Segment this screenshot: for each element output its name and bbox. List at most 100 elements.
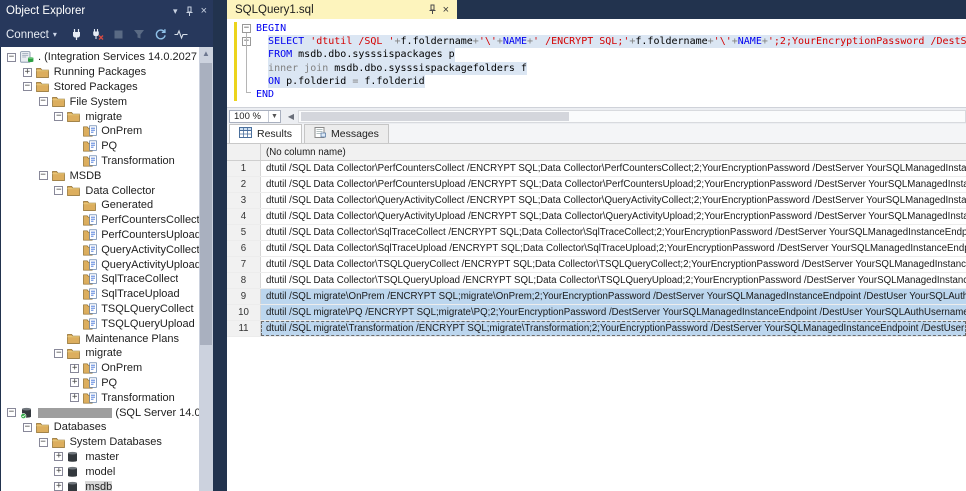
row-number[interactable]: 9 bbox=[227, 289, 261, 304]
result-cell[interactable]: dtutil /SQL Data Collector\SqlTraceColle… bbox=[261, 225, 966, 240]
result-cell[interactable]: dtutil /SQL migrate\OnPrem /ENCRYPT SQL;… bbox=[261, 289, 966, 304]
result-row[interactable]: 5 dtutil /SQL Data Collector\SqlTraceColl… bbox=[227, 225, 966, 241]
row-number[interactable]: 6 bbox=[227, 241, 261, 256]
result-row[interactable]: 7 dtutil /SQL Data Collector\TSQLQueryCol… bbox=[227, 257, 966, 273]
hscroll-thumb[interactable] bbox=[301, 112, 569, 121]
window-position-icon[interactable]: ▾ bbox=[173, 6, 178, 17]
tree-item[interactable]: Maintenance Plans bbox=[1, 331, 199, 346]
tree-item[interactable]: Generated bbox=[1, 198, 199, 213]
filter-icon[interactable] bbox=[130, 25, 149, 44]
tree-expander-icon[interactable]: − bbox=[54, 186, 64, 196]
tree-item[interactable]: + OnPrem bbox=[1, 361, 199, 376]
result-cell[interactable]: dtutil /SQL Data Collector\TSQLQueryColl… bbox=[261, 257, 966, 272]
scroll-up-icon[interactable]: ▲ bbox=[199, 49, 213, 58]
row-number[interactable]: 8 bbox=[227, 273, 261, 288]
sql-editor[interactable]: − − BEGIN SELECT 'dtutil /SQL '+f.folder… bbox=[227, 19, 966, 107]
tree-expander-icon[interactable]: + bbox=[54, 482, 64, 491]
tree-item[interactable]: SqlTraceCollect bbox=[1, 272, 199, 287]
result-row[interactable]: 3 dtutil /SQL Data Collector\QueryActivit… bbox=[227, 193, 966, 209]
tree-item[interactable]: − MSDB bbox=[1, 168, 199, 183]
tree-item[interactable]: QueryActivityCollect bbox=[1, 242, 199, 257]
result-cell[interactable]: dtutil /SQL Data Collector\PerfCountersC… bbox=[261, 161, 966, 176]
tree-expander-icon[interactable]: − bbox=[22, 422, 32, 432]
row-number-header[interactable] bbox=[227, 144, 261, 160]
tree-item[interactable]: + Running Packages bbox=[1, 65, 199, 80]
result-cell[interactable]: dtutil /SQL Data Collector\PerfCountersU… bbox=[261, 177, 966, 192]
tab-messages[interactable]: Messages bbox=[304, 124, 389, 143]
hscroll-left-icon[interactable]: ◀ bbox=[285, 110, 297, 123]
tree-item[interactable]: − Data Collector bbox=[1, 183, 199, 198]
tree-expander-icon[interactable]: − bbox=[7, 52, 16, 62]
result-row[interactable]: 9 dtutil /SQL migrate\OnPrem /ENCRYPT SQL… bbox=[227, 289, 966, 305]
column-header[interactable]: (No column name) bbox=[261, 144, 966, 160]
result-cell[interactable]: dtutil /SQL migrate\Transformation /ENCR… bbox=[261, 321, 966, 336]
tree-item[interactable]: − File System bbox=[1, 94, 199, 109]
tab-sqlquery1[interactable]: SQLQuery1.sql × bbox=[227, 0, 457, 19]
row-number[interactable]: 4 bbox=[227, 209, 261, 224]
tree-expander-icon[interactable]: − bbox=[38, 97, 48, 107]
tree-expander-icon[interactable]: − bbox=[54, 112, 64, 122]
pin-icon[interactable] bbox=[185, 6, 194, 17]
result-row[interactable]: 8 dtutil /SQL Data Collector\TSQLQueryUpl… bbox=[227, 273, 966, 289]
tree-item[interactable]: − Stored Packages bbox=[1, 80, 199, 95]
scrollbar-thumb[interactable] bbox=[200, 63, 212, 345]
tree-expander-icon[interactable]: + bbox=[22, 67, 32, 77]
tree-expander-icon[interactable]: + bbox=[70, 363, 80, 373]
tree-item[interactable]: + PQ bbox=[1, 376, 199, 391]
tree-expander-icon[interactable]: + bbox=[54, 467, 64, 477]
close-icon[interactable]: × bbox=[201, 5, 207, 17]
result-row[interactable]: 11 dtutil /SQL migrate\Transformation /EN… bbox=[227, 321, 966, 337]
disconnect-plug-icon[interactable] bbox=[88, 25, 107, 44]
row-number[interactable]: 5 bbox=[227, 225, 261, 240]
tree-item[interactable]: + master bbox=[1, 450, 199, 465]
result-cell[interactable]: dtutil /SQL Data Collector\SqlTraceUploa… bbox=[261, 241, 966, 256]
tree-item[interactable]: + msdb bbox=[1, 479, 199, 491]
tree-expander-icon[interactable]: − bbox=[22, 82, 32, 92]
tree-expander-icon[interactable]: − bbox=[38, 437, 48, 447]
result-cell[interactable]: dtutil /SQL Data Collector\QueryActivity… bbox=[261, 209, 966, 224]
tree-item[interactable]: − migrate bbox=[1, 346, 199, 361]
zoom-select[interactable]: 100 % ▼ bbox=[229, 110, 281, 123]
object-explorer-tree[interactable]: − . (Integration Services 14.0.2027 + Runni… bbox=[1, 47, 199, 491]
tree-scrollbar[interactable]: ▲ bbox=[199, 47, 213, 491]
tree-item[interactable]: TSQLQueryCollect bbox=[1, 302, 199, 317]
result-row[interactable]: 4 dtutil /SQL Data Collector\QueryActivit… bbox=[227, 209, 966, 225]
row-number[interactable]: 1 bbox=[227, 161, 261, 176]
connect-plug-icon[interactable] bbox=[67, 25, 86, 44]
tree-item[interactable]: Transformation bbox=[1, 154, 199, 169]
row-number[interactable]: 10 bbox=[227, 305, 261, 320]
tree-expander-icon[interactable]: + bbox=[54, 452, 64, 462]
result-row[interactable]: 10 dtutil /SQL migrate\PQ /ENCRYPT SQL;mi… bbox=[227, 305, 966, 321]
tree-item[interactable]: − (SQL Server 14.0.2 bbox=[1, 405, 199, 420]
tree-item[interactable]: + Transformation bbox=[1, 390, 199, 405]
result-row[interactable]: 2 dtutil /SQL Data Collector\PerfCounters… bbox=[227, 177, 966, 193]
tree-item[interactable]: − Databases bbox=[1, 420, 199, 435]
tree-item[interactable]: PQ bbox=[1, 139, 199, 154]
tree-item[interactable]: + model bbox=[1, 464, 199, 479]
tree-expander-icon[interactable]: − bbox=[38, 171, 48, 181]
activity-monitor-icon[interactable] bbox=[172, 25, 191, 44]
connect-button[interactable]: Connect ▾ bbox=[6, 29, 57, 41]
result-row[interactable]: 1 dtutil /SQL Data Collector\PerfCounters… bbox=[227, 161, 966, 177]
tree-item[interactable]: − migrate bbox=[1, 109, 199, 124]
tree-item[interactable]: − . (Integration Services 14.0.2027 bbox=[1, 50, 199, 65]
tree-item[interactable]: PerfCountersUpload bbox=[1, 228, 199, 243]
tree-item[interactable]: − System Databases bbox=[1, 435, 199, 450]
row-number[interactable]: 11 bbox=[227, 321, 261, 336]
row-number[interactable]: 7 bbox=[227, 257, 261, 272]
row-number[interactable]: 2 bbox=[227, 177, 261, 192]
tree-expander-icon[interactable]: + bbox=[70, 378, 80, 388]
tree-expander-icon[interactable]: − bbox=[54, 348, 64, 358]
row-number[interactable]: 3 bbox=[227, 193, 261, 208]
result-cell[interactable]: dtutil /SQL Data Collector\QueryActivity… bbox=[261, 193, 966, 208]
hscroll-track[interactable] bbox=[298, 110, 966, 123]
tree-item[interactable]: QueryActivityUpload bbox=[1, 257, 199, 272]
tree-item[interactable]: SqlTraceUpload bbox=[1, 287, 199, 302]
fold-collapse-icon[interactable]: − bbox=[242, 24, 251, 33]
pin-icon[interactable] bbox=[428, 4, 437, 15]
result-cell[interactable]: dtutil /SQL migrate\PQ /ENCRYPT SQL;migr… bbox=[261, 305, 966, 320]
tree-item[interactable]: OnPrem bbox=[1, 124, 199, 139]
tree-item[interactable]: PerfCountersCollect bbox=[1, 213, 199, 228]
tree-expander-icon[interactable]: − bbox=[7, 408, 16, 418]
refresh-icon[interactable] bbox=[151, 25, 170, 44]
